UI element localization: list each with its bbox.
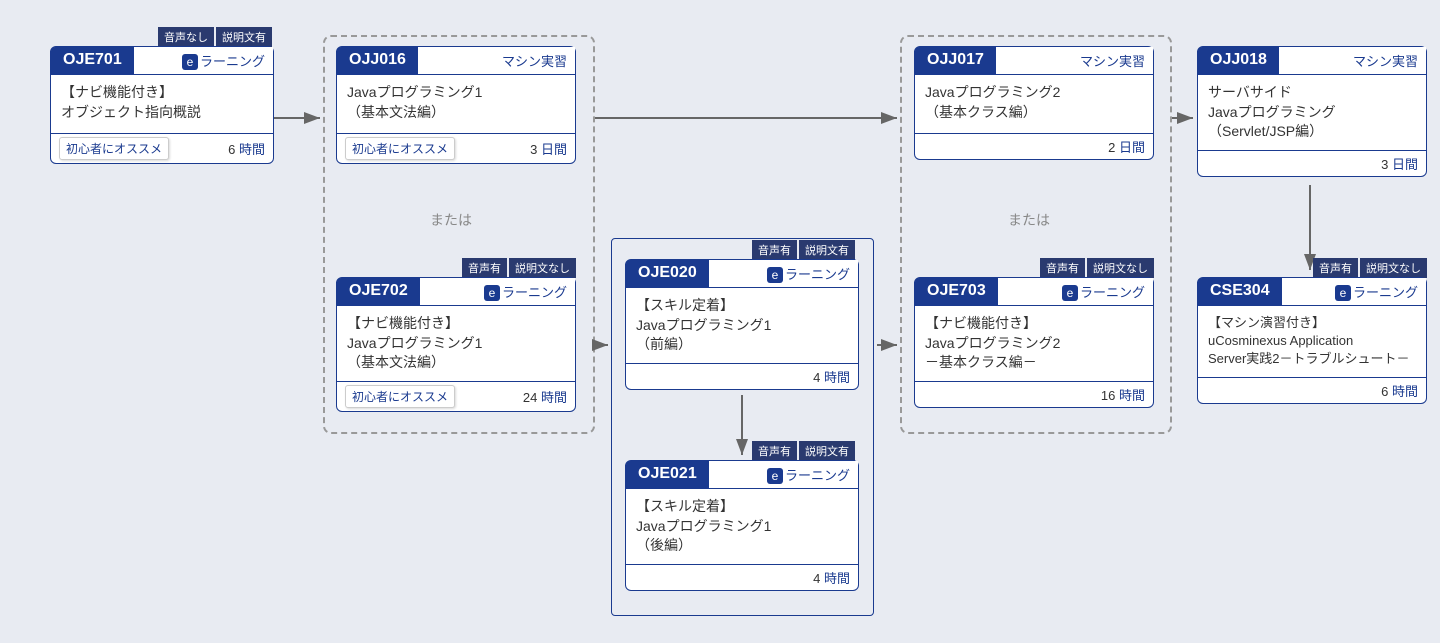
card-footer: 初心者にオススメ 24 時間 [337, 381, 575, 411]
card-ojj017[interactable]: OJJ017 マシン実習 Javaプログラミング2 （基本クラス編） 2 日間 [914, 46, 1154, 160]
beginner-tag: 初心者にオススメ [345, 385, 455, 408]
card-code: OJE021 [626, 461, 709, 489]
tags-oje020: 音声有 説明文有 [752, 240, 855, 260]
card-footer: 初心者にオススメ 3 日間 [337, 133, 575, 163]
card-type: ラーニング [709, 260, 858, 288]
or-label-col4: または [1008, 210, 1050, 230]
beginner-tag: 初心者にオススメ [345, 137, 455, 160]
card-header: CSE304 ラーニング [1198, 278, 1426, 306]
card-oje020[interactable]: OJE020 ラーニング 【スキル定着】 Javaプログラミング1 （前編） 4… [625, 259, 859, 390]
duration: 6 時間 [228, 139, 265, 158]
card-title: Javaプログラミング2 （基本クラス編） [915, 75, 1153, 133]
card-type: ラーニング [1282, 278, 1426, 306]
beginner-tag: 初心者にオススメ [59, 137, 169, 160]
tag: 説明文有 [799, 441, 855, 461]
card-code: OJE702 [337, 278, 420, 306]
tags-oje021: 音声有 説明文有 [752, 441, 855, 461]
card-type: ラーニング [998, 278, 1153, 306]
card-footer: 2 日間 [915, 133, 1153, 159]
card-title: サーバサイド Javaプログラミング （Servlet/JSP編） [1198, 75, 1426, 150]
card-footer: 4 時間 [626, 363, 858, 389]
card-title: 【ナビ機能付き】 Javaプログラミング1 （基本文法編） [337, 306, 575, 381]
card-header: OJJ018 マシン実習 [1198, 47, 1426, 75]
card-type: ラーニング [709, 461, 858, 489]
duration: 16 時間 [1101, 385, 1145, 404]
tag: 音声有 [462, 258, 507, 278]
card-ojj016[interactable]: OJJ016 マシン実習 Javaプログラミング1 （基本文法編） 初心者にオス… [336, 46, 576, 164]
card-ojj018[interactable]: OJJ018 マシン実習 サーバサイド Javaプログラミング （Servlet… [1197, 46, 1427, 177]
card-title: Javaプログラミング1 （基本文法編） [337, 75, 575, 133]
tag: 説明文有 [799, 240, 855, 260]
card-cse304[interactable]: CSE304 ラーニング 【マシン演習付き】 uCosminexus Appli… [1197, 277, 1427, 404]
card-header: OJE702 ラーニング [337, 278, 575, 306]
card-type: ラーニング [134, 47, 273, 75]
card-oje702[interactable]: OJE702 ラーニング 【ナビ機能付き】 Javaプログラミング1 （基本文法… [336, 277, 576, 412]
card-title: 【マシン演習付き】 uCosminexus Application Server… [1198, 306, 1426, 377]
card-type: マシン実習 [418, 47, 575, 75]
duration: 3 日間 [530, 139, 567, 158]
duration: 2 日間 [1108, 137, 1145, 156]
tag: 音声なし [158, 27, 214, 47]
card-footer: 6 時間 [1198, 377, 1426, 403]
tag: 音声有 [1040, 258, 1085, 278]
tag: 音声有 [1313, 258, 1358, 278]
card-header: OJE020 ラーニング [626, 260, 858, 288]
card-code: OJJ017 [915, 47, 996, 75]
card-code: OJJ018 [1198, 47, 1279, 75]
card-footer: 初心者にオススメ 6 時間 [51, 133, 273, 163]
tag: 説明文なし [509, 258, 576, 278]
card-title: 【スキル定着】 Javaプログラミング1 （後編） [626, 489, 858, 564]
tag: 説明文有 [216, 27, 272, 47]
card-type: マシン実習 [1279, 47, 1426, 75]
tags-cse304: 音声有 説明文なし [1313, 258, 1427, 278]
duration: 24 時間 [523, 387, 567, 406]
card-code: OJE703 [915, 278, 998, 306]
card-footer: 3 日間 [1198, 150, 1426, 176]
card-code: OJE020 [626, 260, 709, 288]
card-title: 【ナビ機能付き】 オブジェクト指向概説 [51, 75, 273, 133]
tag: 説明文なし [1360, 258, 1427, 278]
card-code: CSE304 [1198, 278, 1282, 306]
card-code: OJJ016 [337, 47, 418, 75]
card-header: OJJ017 マシン実習 [915, 47, 1153, 75]
tags-oje702: 音声有 説明文なし [462, 258, 576, 278]
card-type: マシン実習 [996, 47, 1153, 75]
card-oje021[interactable]: OJE021 ラーニング 【スキル定着】 Javaプログラミング1 （後編） 4… [625, 460, 859, 591]
card-title: 【ナビ機能付き】 Javaプログラミング2 －基本クラス編－ [915, 306, 1153, 381]
card-header: OJE703 ラーニング [915, 278, 1153, 306]
card-oje701[interactable]: OJE701 ラーニング 【ナビ機能付き】 オブジェクト指向概説 初心者にオスス… [50, 46, 274, 164]
card-footer: 4 時間 [626, 564, 858, 590]
tag: 音声有 [752, 240, 797, 260]
or-label-col2: または [430, 210, 472, 230]
tag: 音声有 [752, 441, 797, 461]
card-header: OJE021 ラーニング [626, 461, 858, 489]
duration: 4 時間 [813, 367, 850, 386]
card-header: OJJ016 マシン実習 [337, 47, 575, 75]
card-type: ラーニング [420, 278, 575, 306]
tags-oje701: 音声なし 説明文有 [158, 27, 272, 47]
duration: 3 日間 [1381, 154, 1418, 173]
card-oje703[interactable]: OJE703 ラーニング 【ナビ機能付き】 Javaプログラミング2 －基本クラ… [914, 277, 1154, 408]
card-footer: 16 時間 [915, 381, 1153, 407]
card-code: OJE701 [51, 47, 134, 75]
tags-oje703: 音声有 説明文なし [1040, 258, 1154, 278]
card-header: OJE701 ラーニング [51, 47, 273, 75]
duration: 4 時間 [813, 568, 850, 587]
duration: 6 時間 [1381, 381, 1418, 400]
card-title: 【スキル定着】 Javaプログラミング1 （前編） [626, 288, 858, 363]
tag: 説明文なし [1087, 258, 1154, 278]
